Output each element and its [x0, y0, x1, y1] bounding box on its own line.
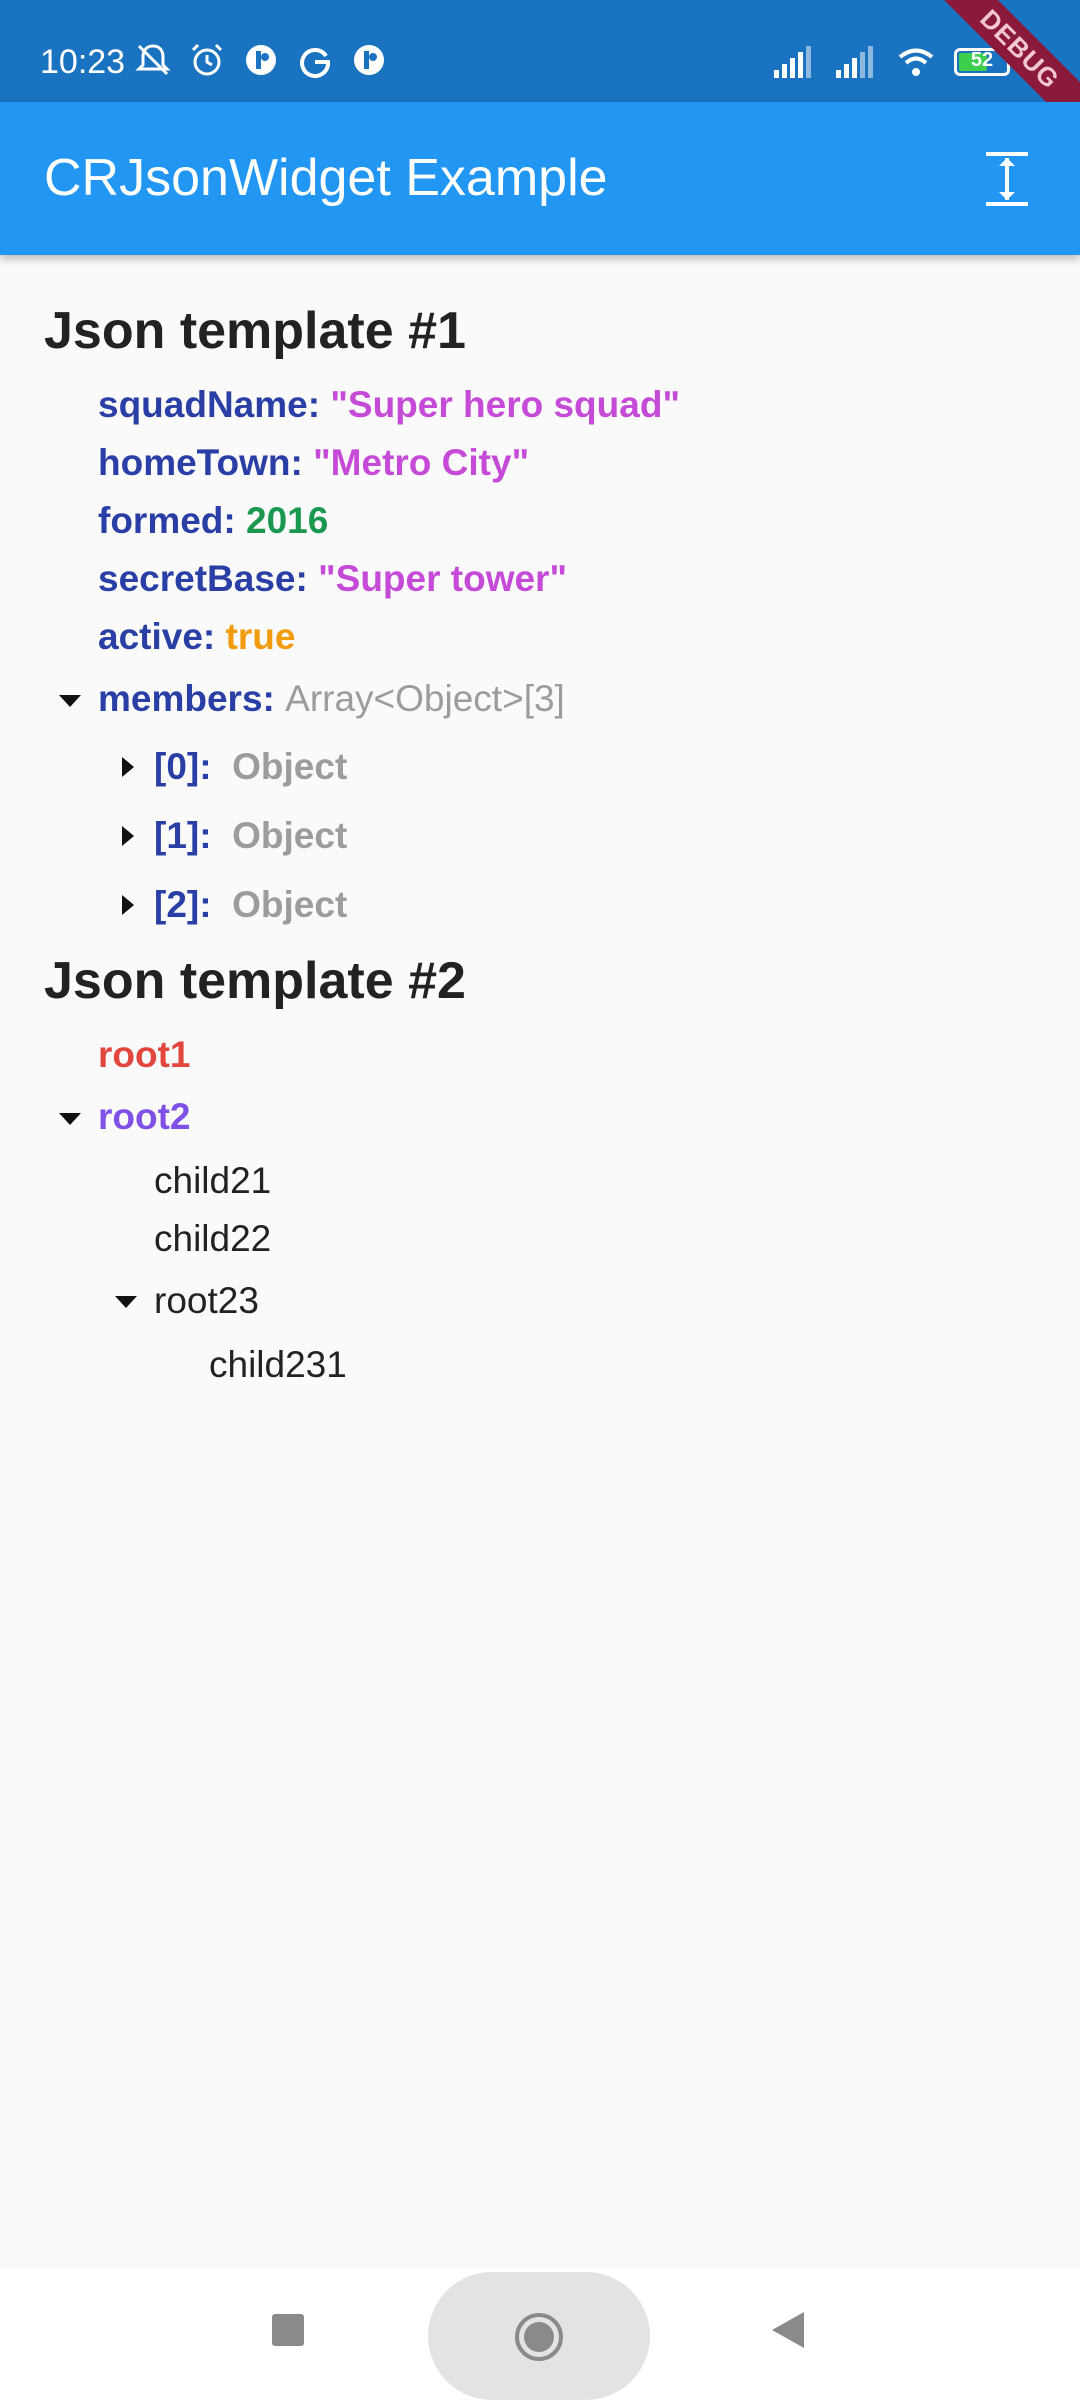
caret-down-icon	[59, 1113, 81, 1125]
signal-icon	[774, 46, 811, 78]
back-triangle-icon	[772, 2312, 804, 2348]
json-value-string: "Metro City"	[313, 442, 530, 483]
json-type-label: Object	[232, 884, 348, 925]
back-button[interactable]	[748, 2290, 828, 2370]
caret-down-icon	[59, 695, 81, 707]
json-key: [1]	[154, 815, 200, 856]
json-type-label: Object	[232, 746, 348, 787]
collapse-root2-toggle[interactable]	[50, 1099, 90, 1139]
json-value-boolean: true	[225, 616, 296, 657]
tree-node-root23[interactable]: root23	[154, 1279, 259, 1323]
google-icon	[300, 48, 331, 78]
recents-button[interactable]	[248, 2290, 328, 2370]
expand-item-2-toggle[interactable]	[108, 885, 148, 925]
status-left-icons	[133, 40, 389, 80]
tree-node-child22[interactable]: child22	[154, 1217, 271, 1261]
json-key: [2]	[154, 884, 200, 925]
home-circle-icon	[515, 2313, 563, 2361]
caret-down-icon	[115, 1296, 137, 1308]
expand-item-0-toggle[interactable]	[108, 747, 148, 787]
collapse-members-toggle[interactable]	[50, 681, 90, 721]
collapse-root23-toggle[interactable]	[106, 1282, 146, 1322]
json-array-item-row[interactable]: [0]: Object	[154, 745, 347, 789]
tree-node-child21[interactable]: child21	[154, 1159, 271, 1203]
json-array-row[interactable]: members: Array<Object>[3]	[98, 677, 565, 721]
json-key: squadName	[98, 384, 308, 425]
json-field-row: homeTown: "Metro City"	[98, 442, 530, 483]
caret-right-icon	[122, 826, 134, 846]
json-array-item-row[interactable]: [1]: Object	[154, 814, 347, 858]
signal-icon	[836, 46, 873, 78]
muted-bell-icon	[135, 44, 171, 76]
json-type-label: Object	[232, 815, 348, 856]
app-notification-icon	[354, 45, 384, 75]
expand-item-1-toggle[interactable]	[108, 816, 148, 856]
status-time: 10:23	[40, 43, 126, 81]
json-field-row: secretBase: "Super tower"	[98, 558, 567, 599]
json-array-item-row[interactable]: [2]: Object	[154, 883, 347, 927]
json-key: homeTown	[98, 442, 291, 483]
tree-node-root2[interactable]: root2	[98, 1095, 191, 1139]
json-field-row: squadName: "Super hero squad"	[98, 384, 680, 425]
json-key: formed	[98, 500, 224, 541]
status-bar: 10:23 52 DEBUG	[0, 0, 1080, 155]
json-key: secretBase	[98, 558, 296, 599]
json-field-row: formed: 2016	[98, 500, 329, 541]
json-value-number: 2016	[246, 500, 329, 541]
navigation-bar	[0, 2268, 1080, 2400]
status-right-icons: 52	[772, 42, 1010, 82]
alarm-icon	[191, 43, 223, 76]
json-key: active	[98, 616, 203, 657]
json-value-string: "Super hero squad"	[330, 384, 680, 425]
json-type-label: Array<Object>[3]	[285, 678, 565, 719]
home-button[interactable]	[428, 2272, 650, 2400]
tree-node-root1[interactable]: root1	[98, 1033, 191, 1077]
section-title-template-2: Json template #2	[44, 952, 466, 1010]
json-field-row: active: true	[98, 616, 296, 657]
wifi-icon	[898, 48, 934, 76]
json-key: members	[98, 678, 263, 719]
app-bar-title: CRJsonWidget Example	[44, 149, 608, 207]
app-bar: CRJsonWidget Example	[0, 102, 1080, 255]
tree-node-child231[interactable]: child231	[209, 1343, 347, 1387]
caret-right-icon	[122, 757, 134, 777]
recents-square-icon	[272, 2314, 304, 2346]
section-title-template-1: Json template #1	[44, 302, 466, 360]
caret-right-icon	[122, 895, 134, 915]
app-notification-icon	[246, 45, 276, 75]
expand-collapse-icon[interactable]	[972, 144, 1042, 214]
json-key: [0]	[154, 746, 200, 787]
json-value-string: "Super tower"	[318, 558, 567, 599]
